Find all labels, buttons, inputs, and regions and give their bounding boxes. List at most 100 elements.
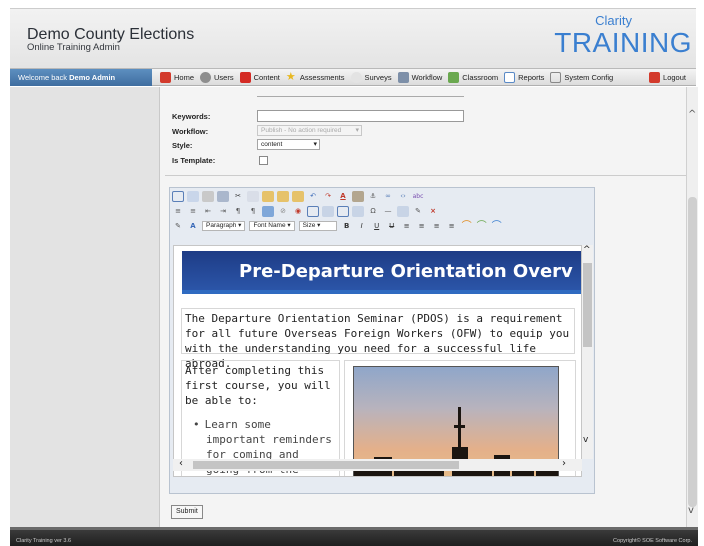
page-break-icon[interactable] [397, 205, 409, 217]
home-icon [160, 72, 171, 83]
link-icon[interactable]: ∞ [382, 191, 394, 202]
form-icon[interactable] [307, 205, 319, 217]
nav-surveys[interactable]: Surveys [350, 72, 392, 83]
brand-logo: TRAINING [554, 27, 692, 58]
format-select[interactable]: Paragraph ▾ [202, 221, 246, 231]
cut-icon[interactable]: ✂ [232, 191, 244, 202]
accessibility-info-icon[interactable]: ⌒ [491, 221, 503, 232]
bold-icon[interactable]: B [341, 221, 353, 232]
font-style-icon[interactable]: A [187, 221, 199, 232]
user-icon [200, 72, 212, 83]
strikethrough-icon[interactable]: U [386, 221, 398, 232]
editor-vertical-scrollbar[interactable]: ^ v [582, 245, 593, 459]
template-icon[interactable] [352, 205, 364, 217]
nav-users-label: Users [214, 73, 234, 82]
nav-home-label: Home [174, 73, 195, 82]
chevron-down-icon: ▾ [313, 141, 317, 148]
copy-icon[interactable] [247, 190, 259, 202]
underline-icon[interactable]: U [371, 221, 383, 232]
nav-items: Home Users Content ★ Assessments Surveys… [160, 69, 619, 86]
page-scroll-thumb[interactable] [688, 197, 697, 507]
welcome-prefix: Welcome back [18, 73, 68, 82]
undo-icon[interactable]: ↶ [307, 191, 319, 202]
align-center-icon[interactable]: ≡ [416, 221, 428, 232]
style-select[interactable]: content ▾ [257, 139, 320, 150]
align-right-icon[interactable]: ≡ [431, 221, 443, 232]
align-left-icon[interactable]: ≡ [401, 221, 413, 232]
intro-paragraph: The Departure Orientation Seminar (PDOS)… [181, 308, 575, 370]
background-color-icon[interactable] [352, 190, 364, 202]
nav-content[interactable]: Content [239, 72, 280, 83]
find-icon[interactable] [217, 190, 229, 202]
editor-toolbar-row-3: ✎ A Paragraph ▾ Font Name ▾ Size ▾ B I U… [172, 219, 506, 233]
chevron-down-icon[interactable]: v [583, 435, 588, 445]
spellcheck-icon[interactable]: abc [412, 191, 424, 202]
chevron-down-icon[interactable]: v [688, 505, 694, 516]
classroom-icon [448, 72, 460, 83]
paste-icon[interactable] [262, 190, 274, 202]
accessibility-icon[interactable]: ⌒ [461, 221, 473, 232]
format-select-value: Paragraph [206, 222, 237, 229]
anchor-icon[interactable]: ⚓ [367, 191, 379, 202]
italic-icon[interactable]: I [356, 221, 368, 232]
star-icon: ★ [285, 71, 296, 83]
rtl-icon[interactable]: ¶ [247, 206, 259, 217]
nav-reports-label: Reports [518, 73, 545, 82]
previous-field-input[interactable] [257, 91, 464, 97]
nav-reports[interactable]: Reports [504, 72, 544, 83]
indent-icon[interactable]: ⇥ [217, 206, 229, 217]
remove-format-icon[interactable]: × [427, 206, 439, 217]
edit-icon[interactable]: ✎ [412, 206, 424, 217]
table-icon[interactable] [337, 205, 349, 217]
style-edit-icon[interactable]: ✎ [172, 221, 184, 232]
keywords-input[interactable] [257, 110, 464, 122]
html-source-icon[interactable]: ‹› [397, 191, 409, 202]
editor-document[interactable]: Pre-Departure Orientation Overv The Depa… [173, 245, 582, 477]
chevron-left-icon[interactable]: ‹ [179, 458, 183, 469]
print-icon[interactable] [202, 190, 214, 202]
paste-word-icon[interactable] [292, 190, 304, 202]
chevron-right-icon[interactable]: › [562, 458, 566, 469]
media-icon[interactable]: ◉ [292, 206, 304, 217]
nav-users[interactable]: Users [200, 72, 234, 83]
text-color-icon[interactable]: A [337, 191, 349, 202]
template-label: Is Template: [172, 156, 216, 165]
horizontal-rule-icon[interactable]: — [382, 206, 394, 217]
image-icon[interactable] [262, 205, 274, 217]
nav-logout[interactable]: Logout [649, 69, 686, 86]
submit-button[interactable]: Submit [171, 505, 203, 519]
textfield-icon[interactable] [322, 205, 334, 217]
nav-workflow[interactable]: Workflow [397, 72, 443, 83]
nav-system-config[interactable]: System Config [550, 72, 613, 83]
outdent-icon[interactable]: ⇤ [202, 206, 214, 217]
editor-hscroll-thumb[interactable] [193, 461, 459, 469]
editor-scroll-thumb[interactable] [583, 263, 592, 347]
bullet-list-icon[interactable]: ≡ [187, 206, 199, 217]
nav-home[interactable]: Home [160, 72, 194, 83]
redo-icon[interactable]: ↷ [322, 191, 334, 202]
keywords-label: Keywords: [172, 112, 211, 121]
preview-icon[interactable] [187, 190, 199, 202]
font-select[interactable]: Font Name ▾ [249, 221, 295, 231]
nav-workflow-label: Workflow [411, 73, 443, 82]
paste-text-icon[interactable] [277, 190, 289, 202]
is-template-checkbox[interactable] [259, 156, 268, 165]
nav-assessments[interactable]: ★ Assessments [286, 72, 345, 83]
nav-classroom[interactable]: Classroom [448, 72, 498, 83]
numbered-list-icon[interactable]: ≡ [172, 206, 184, 217]
accessibility-check-icon[interactable]: ⌒ [476, 221, 488, 232]
chevron-up-icon[interactable]: ^ [583, 245, 591, 255]
config-icon [550, 72, 562, 83]
align-justify-icon[interactable]: ≡ [446, 221, 458, 232]
size-select[interactable]: Size ▾ [298, 221, 337, 231]
banner-title: Pre-Departure Orientation Overv [239, 261, 573, 282]
ltr-icon[interactable]: ¶ [232, 206, 244, 217]
editor-horizontal-scrollbar[interactable]: ‹ › [173, 458, 582, 471]
welcome-banner: Welcome back Demo Admin [10, 69, 152, 86]
app-footer: Clarity Training ver 3.6 Copyright© SOE … [10, 527, 698, 546]
special-char-icon[interactable]: Ω [367, 206, 379, 217]
chevron-up-icon[interactable]: ^ [688, 109, 696, 120]
new-doc-icon[interactable] [172, 190, 184, 202]
page-vertical-scrollbar[interactable]: ^ v [686, 87, 698, 527]
flash-icon[interactable]: ⊘ [277, 206, 289, 217]
